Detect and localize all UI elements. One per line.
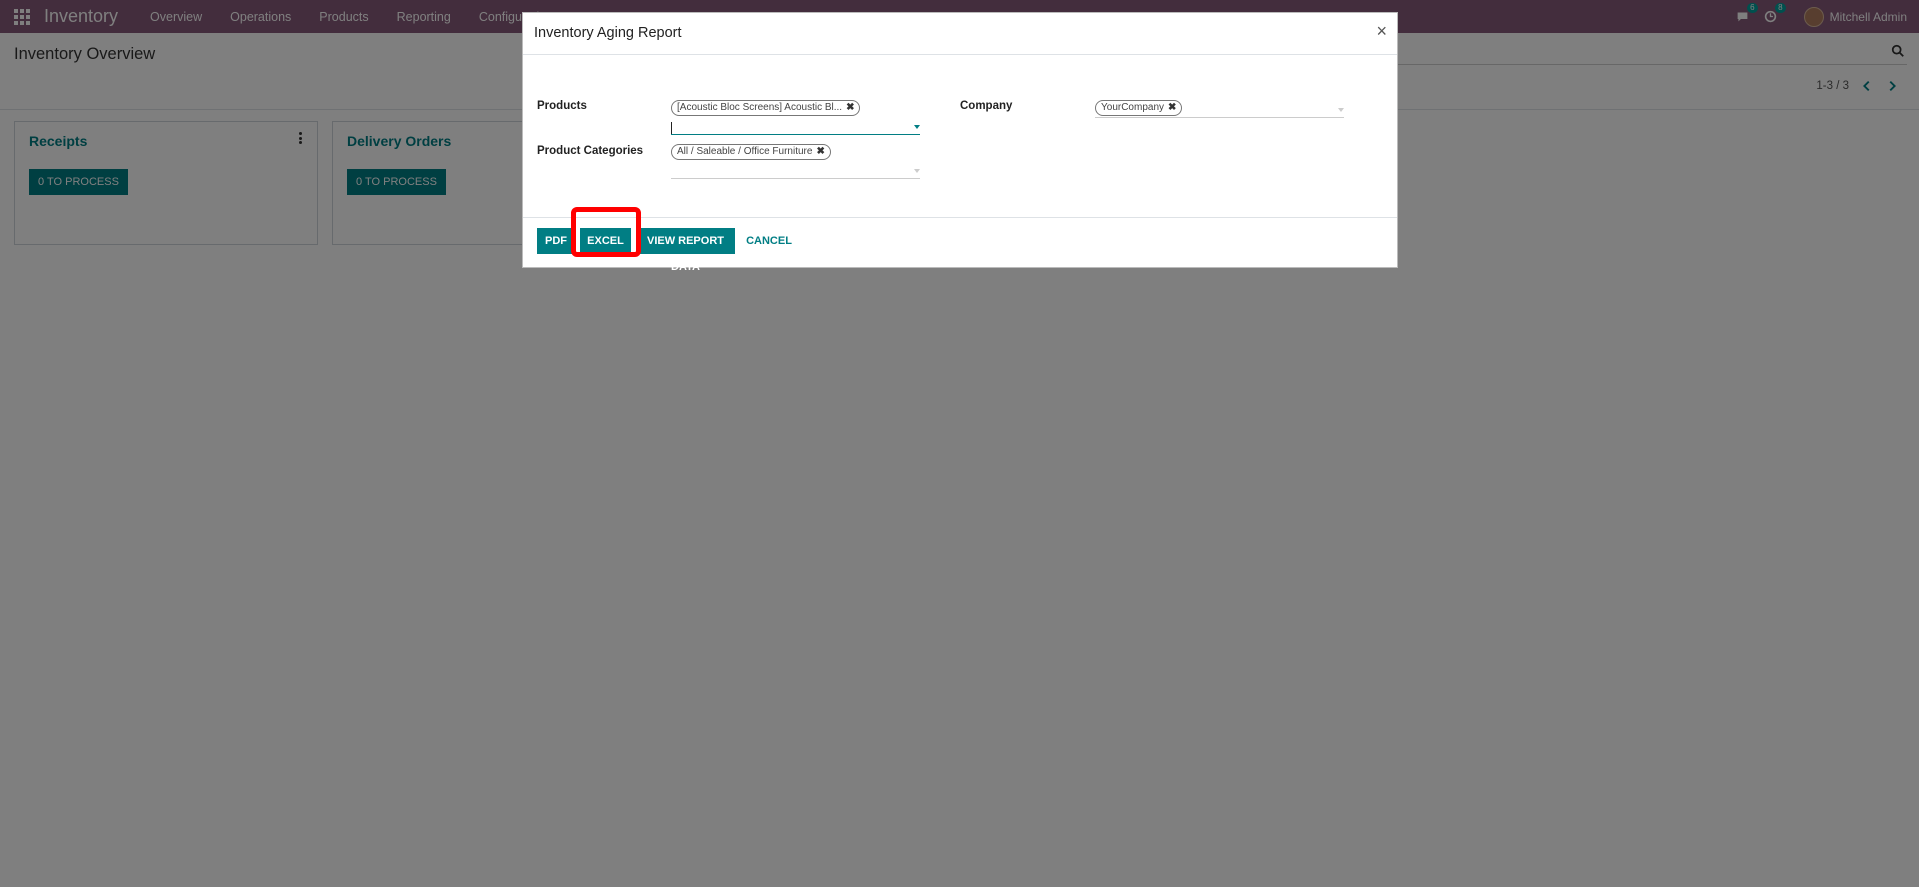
excel-highlight-box bbox=[571, 207, 641, 257]
products-tag-label: [Acoustic Bloc Screens] Acoustic Bl... bbox=[677, 102, 843, 113]
dropdown-arrow-icon[interactable] bbox=[1338, 108, 1344, 112]
dropdown-arrow-icon[interactable] bbox=[914, 169, 920, 173]
product-category-tag: All / Saleable / Office Furniture ✖ bbox=[671, 144, 831, 160]
products-label: Products bbox=[537, 100, 587, 112]
company-input[interactable] bbox=[1095, 104, 1344, 118]
company-label: Company bbox=[960, 100, 1013, 112]
products-tag: [Acoustic Bloc Screens] Acoustic Bl... ✖ bbox=[671, 100, 861, 116]
view-report-data-button[interactable]: VIEW REPORT DATA bbox=[636, 228, 735, 273]
product-categories-input[interactable] bbox=[671, 165, 920, 179]
product-categories-label: Product Categories bbox=[537, 145, 644, 157]
text-caret bbox=[671, 122, 672, 134]
modal-body: Products [Acoustic Bloc Screens] Acousti… bbox=[523, 55, 1397, 218]
pdf-button[interactable]: PDF bbox=[537, 228, 575, 254]
remove-tag-icon[interactable]: ✖ bbox=[816, 146, 824, 157]
inventory-aging-dialog: Inventory Aging Report × Products [Acous… bbox=[522, 12, 1398, 273]
dropdown-arrow-icon[interactable] bbox=[914, 125, 920, 129]
products-input[interactable] bbox=[671, 121, 920, 135]
cancel-button[interactable]: CANCEL bbox=[744, 228, 794, 254]
remove-tag-icon[interactable]: ✖ bbox=[846, 102, 854, 113]
close-icon[interactable]: × bbox=[1376, 21, 1387, 42]
modal-header: Inventory Aging Report × bbox=[523, 13, 1397, 55]
modal-footer: PDF EXCEL VIEW REPORT DATA CANCEL bbox=[523, 218, 1397, 273]
product-category-tag-label: All / Saleable / Office Furniture bbox=[677, 146, 813, 157]
modal-title: Inventory Aging Report bbox=[534, 25, 682, 41]
